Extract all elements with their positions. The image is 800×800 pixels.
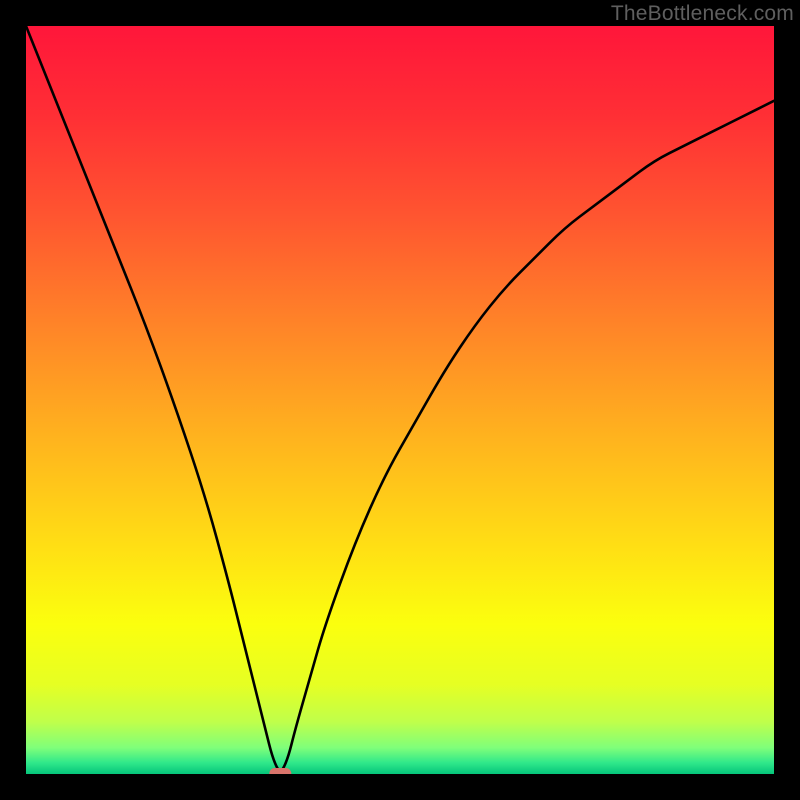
watermark-text: TheBottleneck.com xyxy=(611,2,794,26)
chart-frame xyxy=(26,26,774,774)
chart-svg xyxy=(26,26,774,774)
gradient-background xyxy=(26,26,774,774)
vertex-marker xyxy=(269,768,291,774)
vertex-marker-shape xyxy=(269,768,291,774)
